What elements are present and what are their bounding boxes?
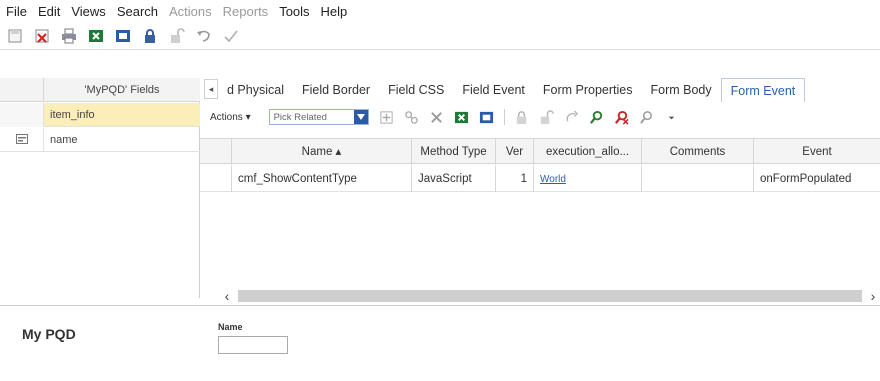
horizontal-scrollbar[interactable]: ‹ › <box>220 288 880 304</box>
field-icon <box>15 133 28 147</box>
field-row-name[interactable]: name <box>0 128 200 152</box>
scroll-thumb[interactable] <box>238 290 862 302</box>
search-options-icon[interactable] <box>639 109 655 125</box>
cell-ver[interactable]: 1 <box>496 166 534 192</box>
fields-panel-title: 'MyPQD' Fields <box>84 84 160 96</box>
table-row[interactable]: cmf_ShowContentType JavaScript 1 World o… <box>200 166 880 192</box>
menu-search[interactable]: Search <box>117 4 158 19</box>
scroll-right-icon[interactable]: › <box>866 289 880 303</box>
menu-help[interactable]: Help <box>321 4 348 19</box>
actions-dropdown[interactable]: Actions ▾ <box>210 112 251 123</box>
column-header-comments[interactable]: Comments <box>642 139 754 165</box>
field-label: item_info <box>50 109 95 121</box>
grid-header-row: Name ▴ Method Type Ver execution_allo...… <box>200 138 880 165</box>
field-row-item-info[interactable]: item_info <box>0 103 200 127</box>
main-toolbar <box>0 22 880 50</box>
menu-views[interactable]: Views <box>71 4 105 19</box>
menu-reports[interactable]: Reports <box>223 4 269 19</box>
tab-form-body[interactable]: Form Body <box>642 78 721 102</box>
row-gutter <box>0 78 44 102</box>
column-header-ver[interactable]: Ver <box>496 139 534 165</box>
grid-gutter <box>200 166 232 192</box>
save-icon[interactable] <box>6 27 24 45</box>
execution-link[interactable]: World <box>540 174 566 185</box>
print-icon[interactable] <box>60 27 78 45</box>
grid-gutter <box>200 139 232 165</box>
delete-icon[interactable] <box>429 109 445 125</box>
cell-method-type[interactable]: JavaScript <box>412 166 496 192</box>
cell-execution[interactable]: World <box>534 166 642 192</box>
tab-field-css[interactable]: Field CSS <box>379 78 453 102</box>
form-event-grid: Name ▴ Method Type Ver execution_allo...… <box>200 138 880 288</box>
row-gutter <box>0 128 44 152</box>
cell-event[interactable]: onFormPopulated <box>754 166 880 192</box>
name-field-label: Name <box>218 322 243 332</box>
tab-form-properties[interactable]: Form Properties <box>534 78 642 102</box>
close-icon[interactable] <box>33 27 51 45</box>
refresh-icon[interactable] <box>564 109 580 125</box>
excel-export-icon[interactable] <box>454 109 470 125</box>
pick-related-select[interactable]: Pick Related <box>268 109 369 125</box>
tab-scroll-left-icon[interactable]: ◂ <box>204 79 218 99</box>
find-icon[interactable] <box>589 109 605 125</box>
column-header-execution[interactable]: execution_allo... <box>534 139 642 165</box>
cell-name[interactable]: cmf_ShowContentType <box>232 166 412 192</box>
menu-edit[interactable]: Edit <box>38 4 60 19</box>
cell-comments[interactable] <box>642 166 754 192</box>
relationship-icon[interactable] <box>404 109 420 125</box>
tab-strip: ◂ d Physical Field Border Field CSS Fiel… <box>200 76 880 102</box>
name-field[interactable] <box>218 336 288 354</box>
field-label: name <box>50 134 78 146</box>
lock-icon[interactable] <box>514 109 530 125</box>
undo-icon[interactable] <box>195 27 213 45</box>
row-gutter <box>0 103 44 127</box>
menu-file[interactable]: File <box>6 4 27 19</box>
fields-panel-header: 'MyPQD' Fields <box>0 78 200 102</box>
fields-panel: 'MyPQD' Fields item_info name <box>0 78 200 298</box>
form-preview: My PQD Name <box>0 305 880 381</box>
excel-icon[interactable] <box>87 27 105 45</box>
tab-field-border[interactable]: Field Border <box>293 78 379 102</box>
grid-actions-bar: Actions ▾ Pick Related <box>200 104 880 130</box>
add-row-icon[interactable] <box>379 109 395 125</box>
column-header-method-type[interactable]: Method Type <box>412 139 496 165</box>
menu-tools[interactable]: Tools <box>279 4 309 19</box>
toolbar-separator <box>503 109 505 125</box>
scroll-left-icon[interactable]: ‹ <box>220 289 234 303</box>
tab-form-event[interactable]: Form Event <box>720 78 806 102</box>
tab-physical[interactable]: d Physical <box>218 78 293 102</box>
column-header-event[interactable]: Event <box>754 139 880 165</box>
unlock-icon[interactable] <box>539 109 555 125</box>
tab-field-event[interactable]: Field Event <box>453 78 534 102</box>
lock-icon[interactable] <box>141 27 159 45</box>
unlock-icon[interactable] <box>168 27 186 45</box>
menu-bar: File Edit Views Search Actions Reports T… <box>0 0 880 22</box>
form-title: My PQD <box>22 326 76 342</box>
pick-related-label: Pick Related <box>273 111 327 123</box>
word-icon[interactable] <box>114 27 132 45</box>
more-dropdown-icon[interactable] <box>664 109 680 125</box>
clear-search-icon[interactable] <box>614 109 630 125</box>
dropdown-arrow-icon <box>353 110 368 124</box>
scroll-track[interactable] <box>238 290 862 302</box>
menu-actions[interactable]: Actions <box>169 4 212 19</box>
check-icon[interactable] <box>222 27 240 45</box>
word-export-icon[interactable] <box>479 109 495 125</box>
column-header-name[interactable]: Name ▴ <box>232 139 412 165</box>
